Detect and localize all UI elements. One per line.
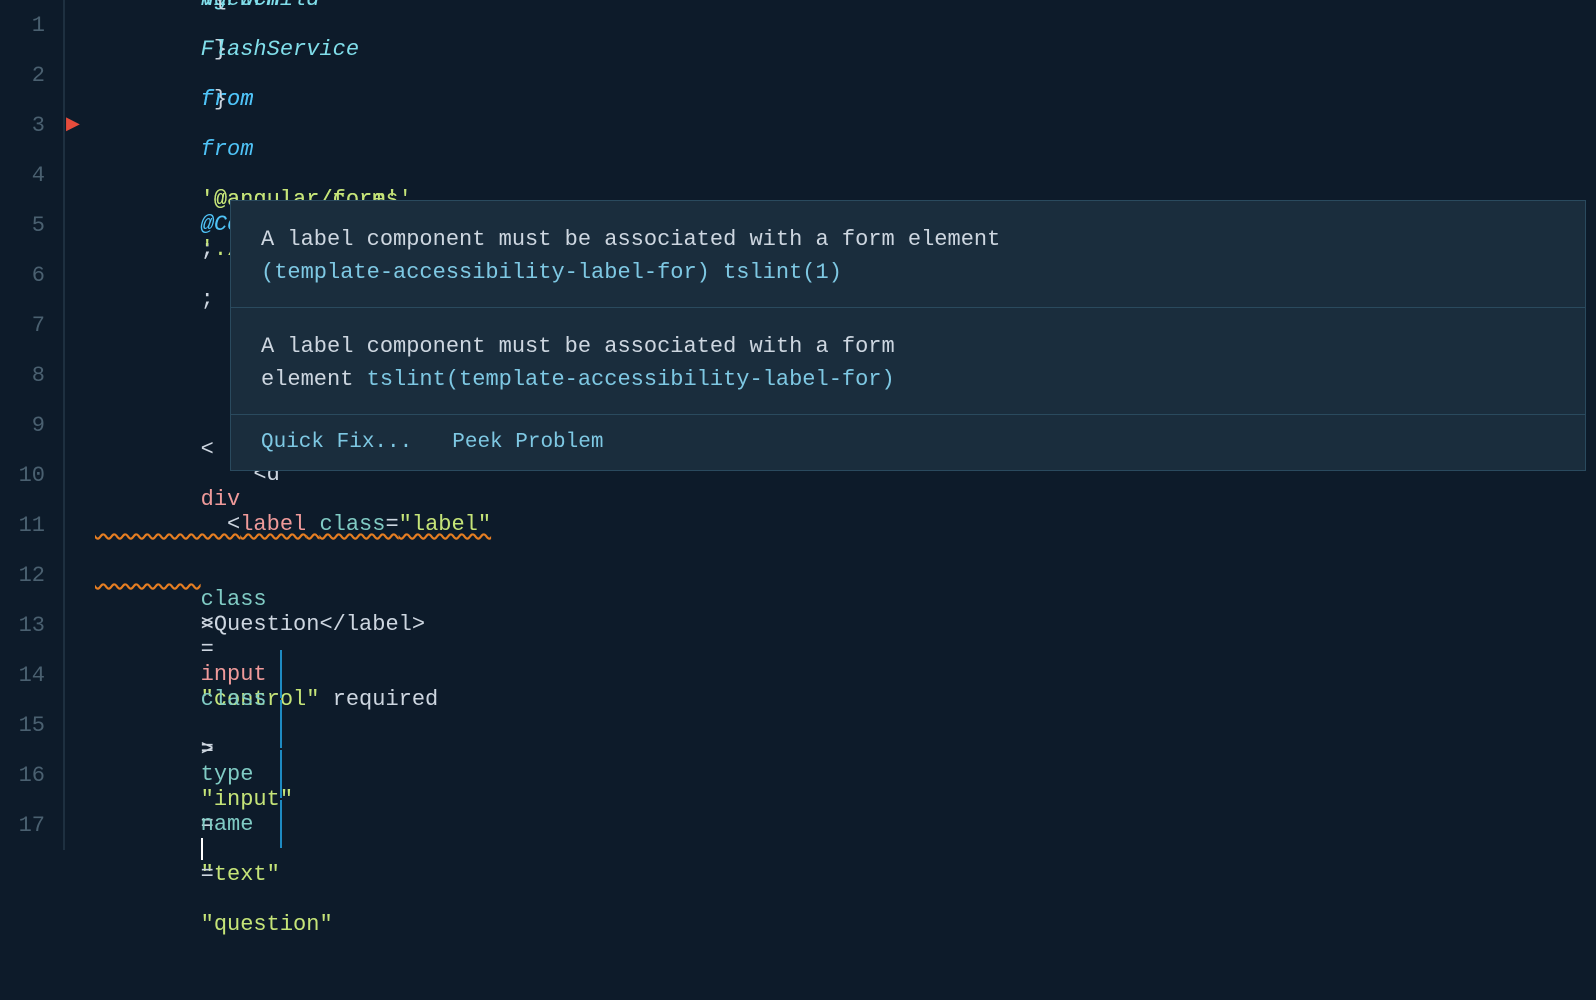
class-flashservice: FlashService [201, 37, 359, 62]
line-number-7: 7 [0, 300, 65, 350]
line-number-8: 8 [0, 350, 65, 400]
quick-fix-button[interactable]: Quick Fix... [261, 427, 412, 458]
code-line-3: 3 ▶ import { FlashService } from './flas… [0, 100, 1596, 150]
tooltip-message-2: A label component must be associated wit… [231, 308, 1585, 415]
line-number-6: 6 [0, 250, 65, 300]
line-number-15: 15 [0, 700, 65, 750]
tooltip-popup: A label component must be associated wit… [230, 200, 1586, 471]
tslint-ref-2: tslint(template-accessibility-label-for) [367, 367, 895, 392]
line-number-5: 5 [0, 200, 65, 250]
line-number-1: 1 [0, 0, 65, 50]
tooltip-actions: Quick Fix... Peek Problem [231, 415, 1585, 470]
line-number-16: 16 [0, 750, 65, 800]
tooltip-message-1: A label component must be associated wit… [231, 201, 1585, 308]
line-number-3: 3 [0, 100, 65, 150]
line-number-12: 12 [0, 550, 65, 600]
line-number-2: 2 [0, 50, 65, 100]
code-area: 1 import { Component , ViewChild } from … [0, 0, 1596, 864]
line-number-14: 14 [0, 650, 65, 700]
line-number-9: 9 [0, 400, 65, 450]
peek-problem-button[interactable]: Peek Problem [452, 427, 603, 458]
code-editor: 1 import { Component , ViewChild } from … [0, 0, 1596, 864]
line-number-17: 17 [0, 800, 65, 850]
line-number-13: 13 [0, 600, 65, 650]
line-number-11: 11 [0, 500, 65, 550]
line-number-4: 4 [0, 150, 65, 200]
tslint-ref-1: (template-accessibility-label-for) [261, 260, 710, 285]
breakpoint-arrow-icon: ▶ [66, 100, 80, 150]
line-content-17: name = "question" [65, 650, 333, 1000]
line-number-10: 10 [0, 450, 65, 500]
code-line-17: 17 name = "question" [0, 800, 1596, 850]
tslint-number-1: tslint(1) [723, 260, 842, 285]
guide-line-17 [280, 800, 282, 848]
